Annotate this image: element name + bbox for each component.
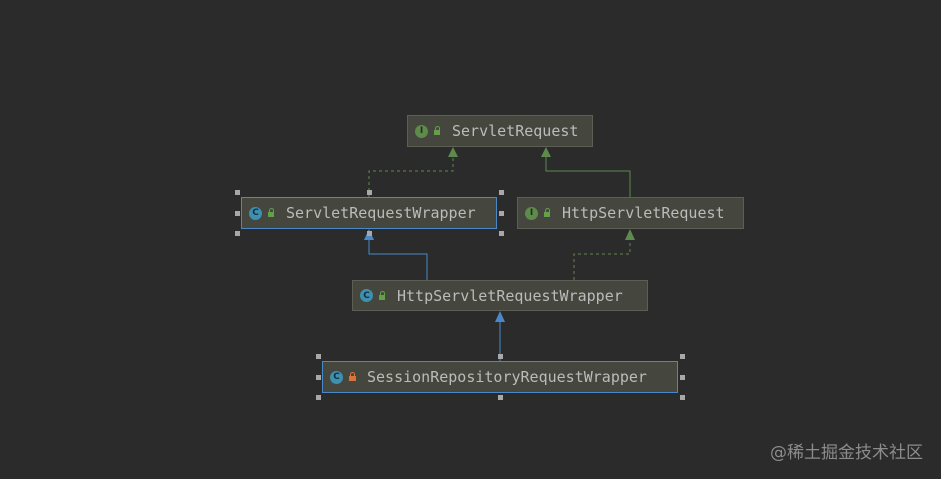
edge-arrowhead (448, 147, 458, 157)
resize-handle[interactable] (499, 231, 504, 236)
node-servlet-request-wrapper[interactable]: C ServletRequestWrapper (241, 197, 497, 229)
node-label: ServletRequestWrapper (286, 204, 476, 222)
node-label: SessionRepositoryRequestWrapper (367, 368, 647, 386)
edge-layer (364, 147, 635, 361)
resize-handle[interactable] (680, 395, 685, 400)
resize-handle[interactable] (316, 375, 321, 380)
resize-handle[interactable] (498, 354, 503, 359)
public-access-icon (432, 126, 442, 136)
resize-handle[interactable] (499, 190, 504, 195)
resize-handle[interactable] (316, 395, 321, 400)
resize-handle[interactable] (367, 231, 372, 236)
edge-arrowhead (495, 311, 505, 322)
node-servlet-request[interactable]: I ServletRequest (407, 115, 593, 147)
public-access-icon (266, 208, 276, 218)
resize-handle[interactable] (680, 375, 685, 380)
interface-icon: I (525, 206, 538, 220)
node-label: HttpServletRequestWrapper (397, 286, 623, 305)
edge-http-servlet-request-extends-servlet-request (545, 157, 631, 197)
inner-class-icon: C (330, 370, 343, 384)
edge-servlet-request-wrapper-implements-servlet-request (368, 157, 454, 197)
resize-handle[interactable] (498, 395, 503, 400)
node-http-servlet-request-wrapper[interactable]: C HttpServletRequestWrapper (352, 280, 648, 311)
resize-handle[interactable] (235, 211, 240, 216)
resize-handle[interactable] (367, 190, 372, 195)
resize-handle[interactable] (499, 211, 504, 216)
private-access-icon (347, 372, 357, 382)
class-icon: C (249, 206, 262, 220)
edge-arrowhead (625, 229, 635, 240)
interface-icon: I (415, 124, 428, 138)
node-session-repository-request-wrapper[interactable]: C SessionRepositoryRequestWrapper (322, 361, 678, 393)
watermark: @稀土掘金技术社区 (770, 443, 923, 463)
resize-handle[interactable] (680, 354, 685, 359)
node-label: HttpServletRequest (562, 204, 725, 222)
edge-http-servlet-request-wrapper-extends-servlet-request-wrapper (368, 239, 428, 280)
public-access-icon (542, 208, 552, 218)
resize-handle[interactable] (316, 354, 321, 359)
edge-http-servlet-request-wrapper-implements-http-servlet-request (573, 240, 631, 280)
edge-arrowhead (541, 147, 551, 157)
class-icon: C (360, 289, 373, 302)
node-label: ServletRequest (452, 122, 579, 140)
node-http-servlet-request[interactable]: I HttpServletRequest (517, 197, 744, 229)
resize-handle[interactable] (235, 231, 240, 236)
public-access-icon (377, 290, 387, 301)
resize-handle[interactable] (235, 190, 240, 195)
diagram-canvas: I ServletRequest C ServletRequestWrapper… (0, 0, 941, 479)
